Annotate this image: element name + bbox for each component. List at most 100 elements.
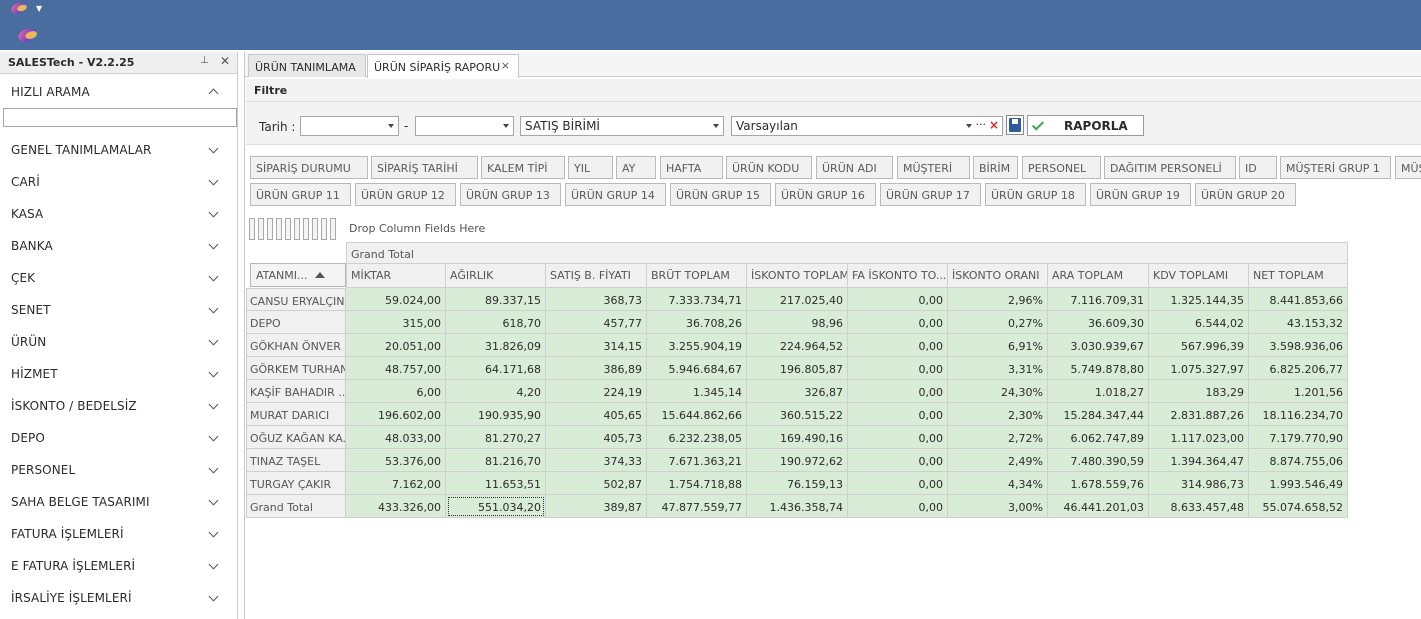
data-cell[interactable]: 1.394.364,47 (1149, 449, 1249, 472)
chevron-down-icon[interactable] (208, 335, 219, 346)
column-header[interactable]: FA İSKONTO TO... (848, 264, 948, 288)
data-cell[interactable]: 53.376,00 (346, 449, 446, 472)
data-cell[interactable]: 2,30% (948, 403, 1048, 426)
app-logo-icon[interactable] (9, 0, 31, 16)
row-header[interactable]: KAŞİF BAHADIR ... (246, 380, 346, 403)
date-to-picker[interactable] (415, 116, 514, 136)
data-cell[interactable]: 11.653,51 (446, 472, 546, 495)
chevron-down-icon[interactable] (208, 559, 219, 570)
data-cell[interactable]: 81.216,70 (446, 449, 546, 472)
field-chip[interactable]: ÜRÜN KODU (726, 156, 812, 179)
data-cell[interactable]: 15.284.347,44 (1048, 403, 1149, 426)
data-cell[interactable]: 183,29 (1149, 380, 1249, 403)
data-cell[interactable]: 1.754.718,88 (647, 472, 747, 495)
chevron-down-icon[interactable] (208, 399, 219, 410)
unit-select[interactable]: SATIŞ BİRİMİ (520, 116, 724, 136)
save-layout-button[interactable] (1006, 115, 1024, 135)
row-header[interactable]: CANSU ERYALÇIN (246, 288, 346, 311)
data-cell[interactable]: 360.515,22 (747, 403, 848, 426)
row-header[interactable]: DEPO (246, 311, 346, 334)
report-button[interactable]: RAPORLA (1027, 115, 1144, 136)
data-cell[interactable]: 5.946.684,67 (647, 357, 747, 380)
data-cell[interactable]: 1.117.023,00 (1149, 426, 1249, 449)
data-cell[interactable]: 0,27% (948, 311, 1048, 334)
data-cell[interactable]: 315,00 (346, 311, 446, 334)
data-cell[interactable]: 3.255.904,19 (647, 334, 747, 357)
column-header[interactable]: SATIŞ B. FİYATI (546, 264, 647, 288)
chevron-down-icon[interactable] (208, 239, 219, 250)
data-cell[interactable]: 0,00 (848, 288, 948, 311)
tab-close-icon[interactable]: × (501, 59, 510, 72)
chevron-up-icon[interactable] (208, 88, 219, 99)
column-header[interactable]: MİKTAR (346, 264, 446, 288)
data-cell[interactable]: 1.993.546,49 (1249, 472, 1348, 495)
data-cell[interactable]: 31.826,09 (446, 334, 546, 357)
data-cell[interactable]: 6,91% (948, 334, 1048, 357)
data-cell[interactable]: 3,31% (948, 357, 1048, 380)
sidebar-item-genel-tanimlamalar[interactable]: GENEL TANIMLAMALAR (0, 133, 237, 165)
data-cell[interactable]: 0,00 (848, 403, 948, 426)
data-cell[interactable]: 1.345,14 (647, 380, 747, 403)
data-cell[interactable]: 0,00 (848, 380, 948, 403)
field-chip[interactable]: ÜRÜN ADI (816, 156, 893, 179)
field-chip[interactable]: ÜRÜN GRUP 19 (1090, 183, 1191, 206)
clear-icon[interactable]: × (989, 118, 999, 132)
chevron-down-icon[interactable] (208, 431, 219, 442)
chevron-down-icon[interactable] (208, 143, 219, 154)
field-chip[interactable]: ÜRÜN GRUP 11 (250, 183, 351, 206)
sidebar-item-senet[interactable]: SENET (0, 293, 237, 325)
data-cell[interactable]: 457,77 (546, 311, 647, 334)
data-cell[interactable]: 98,96 (747, 311, 848, 334)
chevron-down-icon[interactable] (208, 495, 219, 506)
chevron-down-icon[interactable] (208, 303, 219, 314)
field-chip[interactable]: MÜŞTERİ (897, 156, 970, 179)
data-cell[interactable]: 0,00 (848, 357, 948, 380)
chevron-down-icon[interactable] (208, 527, 219, 538)
sidebar-item-hizmet[interactable]: HİZMET (0, 357, 237, 389)
data-cell[interactable]: 6,00 (346, 380, 446, 403)
sidebar-item-hizli-arama[interactable]: HIZLI ARAMA (0, 75, 237, 107)
data-cell[interactable]: 368,73 (546, 288, 647, 311)
grand-total-cell[interactable]: 433.326,00 (346, 495, 446, 518)
date-from-picker[interactable] (300, 116, 399, 136)
close-icon[interactable]: ✕ (220, 54, 230, 68)
data-cell[interactable]: 76.159,13 (747, 472, 848, 495)
grand-total-cell[interactable]: 389,87 (546, 495, 647, 518)
chevron-down-icon[interactable] (208, 463, 219, 474)
data-cell[interactable]: 89.337,15 (446, 288, 546, 311)
data-cell[interactable]: 196.805,87 (747, 357, 848, 380)
sidebar-item-iskonto-bedelsiz[interactable]: İSKONTO / BEDELSİZ (0, 389, 237, 421)
data-cell[interactable]: 6.232.238,05 (647, 426, 747, 449)
data-cell[interactable]: 36.708,26 (647, 311, 747, 334)
data-cell[interactable]: 314.986,73 (1149, 472, 1249, 495)
field-chip[interactable]: SİPARİŞ DURUMU (250, 156, 368, 179)
data-cell[interactable]: 502,87 (546, 472, 647, 495)
data-cell[interactable]: 36.609,30 (1048, 311, 1149, 334)
layout-select[interactable]: Varsayılan ··· × (731, 116, 1003, 136)
chevron-down-icon[interactable] (388, 124, 394, 128)
column-header[interactable]: ARA TOPLAM (1048, 264, 1149, 288)
chevron-down-icon[interactable] (208, 591, 219, 602)
tab-urun-siparis-raporu[interactable]: ÜRÜN SİPARİŞ RAPORU × (367, 54, 519, 78)
data-cell[interactable]: 224.964,52 (747, 334, 848, 357)
grand-total-cell[interactable]: 55.074.658,52 (1249, 495, 1348, 518)
sidebar-item-saha-belge-tasarimi[interactable]: SAHA BELGE TASARIMI (0, 485, 237, 517)
data-cell[interactable]: 618,70 (446, 311, 546, 334)
grand-total-cell[interactable]: 3,00% (948, 495, 1048, 518)
sidebar-item-depo[interactable]: DEPO (0, 421, 237, 453)
sidebar-item-kasa[interactable]: KASA (0, 197, 237, 229)
field-chip[interactable]: AY (616, 156, 656, 179)
data-cell[interactable]: 374,33 (546, 449, 647, 472)
data-cell[interactable]: 0,00 (848, 334, 948, 357)
data-cell[interactable]: 1.325.144,35 (1149, 288, 1249, 311)
sidebar-item-urun[interactable]: ÜRÜN (0, 325, 237, 357)
row-header[interactable]: OĞUZ KAĞAN KA... (246, 426, 346, 449)
column-header[interactable]: NET TOPLAM (1249, 264, 1348, 288)
column-header[interactable]: İSKONTO TOPLAMI (747, 264, 848, 288)
data-cell[interactable]: 4,20 (446, 380, 546, 403)
chevron-down-icon[interactable] (966, 124, 972, 128)
row-header[interactable]: MURAT DARICI (246, 403, 346, 426)
data-cell[interactable]: 7.333.734,71 (647, 288, 747, 311)
data-cell[interactable]: 190.935,90 (446, 403, 546, 426)
data-cell[interactable]: 20.051,00 (346, 334, 446, 357)
